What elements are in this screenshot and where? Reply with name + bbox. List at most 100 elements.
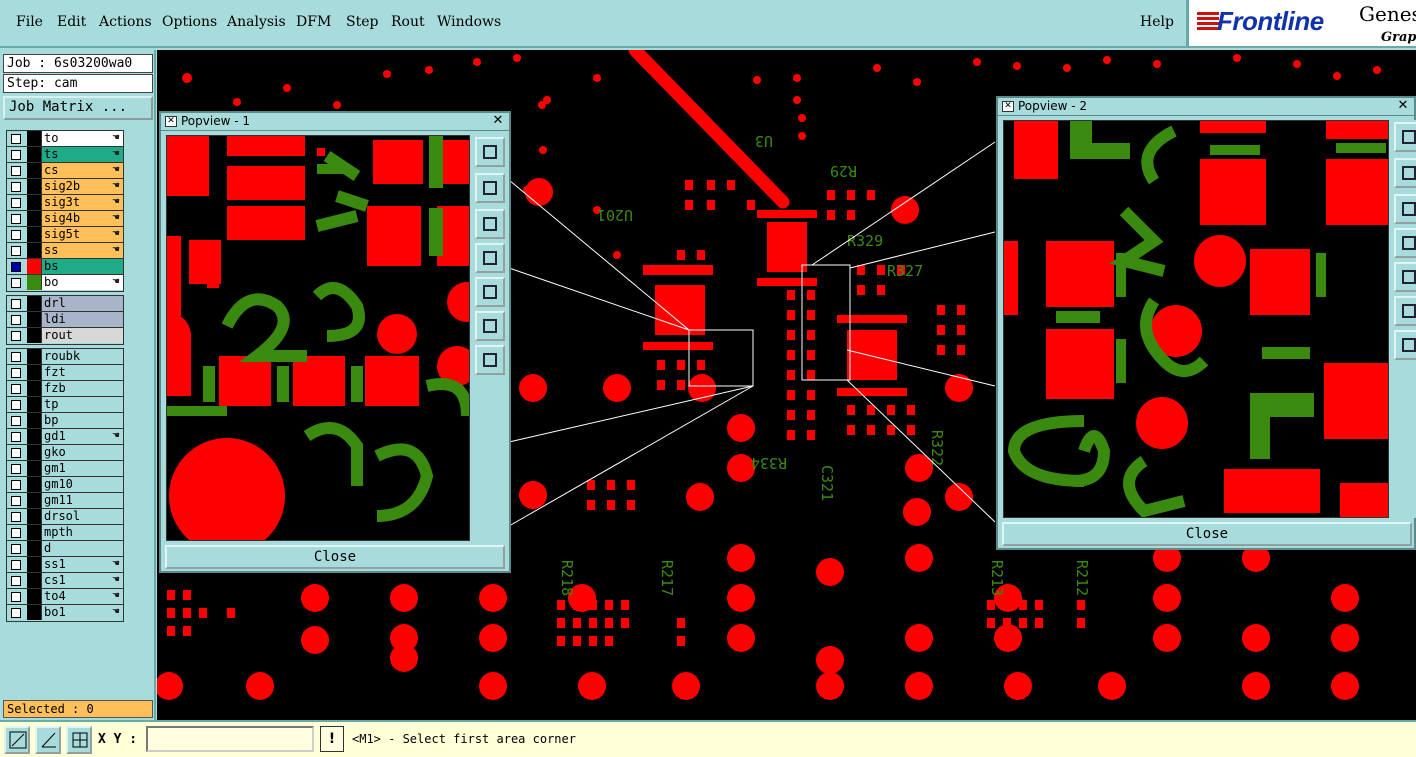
layer-checkbox[interactable] [11, 368, 21, 378]
layer-row[interactable]: cs ☚ [7, 163, 123, 179]
close-icon[interactable]: ✕ [1396, 99, 1410, 113]
layer-row[interactable]: sig2b ☚ [7, 179, 123, 195]
window-menu-icon[interactable]: ✕ [1002, 101, 1014, 112]
layer-name[interactable]: fzt [41, 365, 123, 380]
layer-checkbox[interactable] [11, 299, 21, 309]
layer-row[interactable]: bo1 ☚ [7, 605, 123, 621]
layer-color-swatch[interactable] [27, 163, 41, 178]
layer-name[interactable]: ts [41, 147, 123, 162]
pan-left-button[interactable] [1394, 228, 1416, 258]
layer-row[interactable]: gd1 ☚ [7, 429, 123, 445]
menu-dfm[interactable]: DFM [296, 14, 331, 30]
pan-up-button[interactable] [1394, 158, 1416, 188]
layer-checkbox[interactable] [11, 496, 21, 506]
layer-row[interactable]: mpth [7, 525, 123, 541]
layer-row[interactable]: d [7, 541, 123, 557]
layer-color-swatch[interactable] [27, 509, 41, 524]
layer-checkbox[interactable] [11, 432, 21, 442]
layer-name[interactable]: bo [41, 275, 123, 290]
layer-name[interactable]: gm11 [41, 493, 123, 508]
layer-color-swatch[interactable] [27, 275, 41, 290]
layer-row[interactable]: bs [7, 259, 123, 275]
layer-name[interactable]: gd1 [41, 429, 123, 444]
layer-name[interactable]: gko [41, 445, 123, 460]
layer-name[interactable]: drsol [41, 509, 123, 524]
layer-checkbox[interactable] [11, 528, 21, 538]
layer-color-swatch[interactable] [27, 312, 41, 327]
layer-checkbox[interactable] [11, 416, 21, 426]
layer-checkbox[interactable] [11, 400, 21, 410]
window-menu-icon[interactable]: ✕ [165, 116, 177, 127]
layer-name[interactable]: gm10 [41, 477, 123, 492]
pan-right-button[interactable] [475, 277, 505, 307]
snap-grid-button[interactable] [66, 726, 92, 754]
menu-edit[interactable]: Edit [57, 14, 86, 30]
layer-row[interactable]: sig4b ☚ [7, 211, 123, 227]
layer-checkbox[interactable] [11, 134, 21, 144]
layer-name[interactable]: tp [41, 397, 123, 412]
layer-name[interactable]: to4 [41, 589, 123, 604]
layer-row[interactable]: bp [7, 413, 123, 429]
popview-2-titlebar[interactable]: ✕ Popview - 2 ✕ [998, 98, 1414, 116]
layer-color-swatch[interactable] [27, 381, 41, 396]
layer-name[interactable]: drl [41, 296, 123, 311]
layer-name[interactable]: sig5t [41, 227, 123, 242]
layer-row[interactable]: sig5t ☚ [7, 227, 123, 243]
zoom-home-button[interactable] [1394, 122, 1416, 152]
layer-row[interactable]: drl [7, 296, 123, 312]
layer-checkbox[interactable] [11, 384, 21, 394]
layer-color-swatch[interactable] [27, 493, 41, 508]
layer-row[interactable]: cs1 ☚ [7, 573, 123, 589]
layer-color-swatch[interactable] [27, 573, 41, 588]
layer-name[interactable]: cs1 [41, 573, 123, 588]
layer-checkbox[interactable] [11, 315, 21, 325]
pan-right-button[interactable] [1394, 262, 1416, 292]
angle-button[interactable] [35, 726, 61, 754]
layer-checkbox[interactable] [11, 182, 21, 192]
menu-analysis[interactable]: Analysis [227, 14, 286, 30]
layer-name[interactable]: ldi [41, 312, 123, 327]
layer-color-swatch[interactable] [27, 589, 41, 604]
warning-button[interactable]: ! [320, 726, 344, 752]
layer-color-swatch[interactable] [27, 195, 41, 210]
layer-color-swatch[interactable] [27, 147, 41, 162]
zoom-out-button[interactable] [475, 345, 505, 375]
layer-color-swatch[interactable] [27, 227, 41, 242]
layer-name[interactable]: sig2b [41, 179, 123, 194]
layer-row[interactable]: drsol [7, 509, 123, 525]
layer-row[interactable]: gm11 [7, 493, 123, 509]
layer-name[interactable]: fzb [41, 381, 123, 396]
menu-windows[interactable]: Windows [437, 14, 501, 30]
popview-1-close-button[interactable]: Close [165, 545, 505, 569]
layer-row[interactable]: tp [7, 397, 123, 413]
layer-color-swatch[interactable] [27, 243, 41, 258]
zoom-home-button[interactable] [475, 137, 505, 167]
layer-checkbox[interactable] [11, 464, 21, 474]
layer-name[interactable]: mpth [41, 525, 123, 540]
layer-row[interactable]: ss ☚ [7, 243, 123, 259]
menu-file[interactable]: File [16, 14, 43, 30]
layer-checkbox[interactable] [11, 262, 21, 272]
layer-color-swatch[interactable] [27, 349, 41, 364]
pan-up-button[interactable] [475, 173, 505, 203]
layer-row[interactable]: gm10 [7, 477, 123, 493]
layer-row[interactable]: to ☚ [7, 131, 123, 147]
layer-row[interactable]: fzt [7, 365, 123, 381]
zoom-out-button[interactable] [1394, 330, 1416, 360]
layer-color-swatch[interactable] [27, 211, 41, 226]
layer-row[interactable]: to4 ☚ [7, 589, 123, 605]
xy-coordinate-input[interactable] [146, 726, 314, 752]
pan-down-button[interactable] [475, 209, 505, 239]
layer-row[interactable]: ldi [7, 312, 123, 328]
layer-checkbox[interactable] [11, 150, 21, 160]
layer-row[interactable]: rout [7, 328, 123, 344]
layer-checkbox[interactable] [11, 214, 21, 224]
layer-color-swatch[interactable] [27, 557, 41, 572]
layer-row[interactable]: gko [7, 445, 123, 461]
layer-checkbox[interactable] [11, 576, 21, 586]
layer-color-swatch[interactable] [27, 259, 41, 274]
layer-name[interactable]: sig4b [41, 211, 123, 226]
layer-color-swatch[interactable] [27, 429, 41, 444]
layer-color-swatch[interactable] [27, 365, 41, 380]
layer-checkbox[interactable] [11, 448, 21, 458]
